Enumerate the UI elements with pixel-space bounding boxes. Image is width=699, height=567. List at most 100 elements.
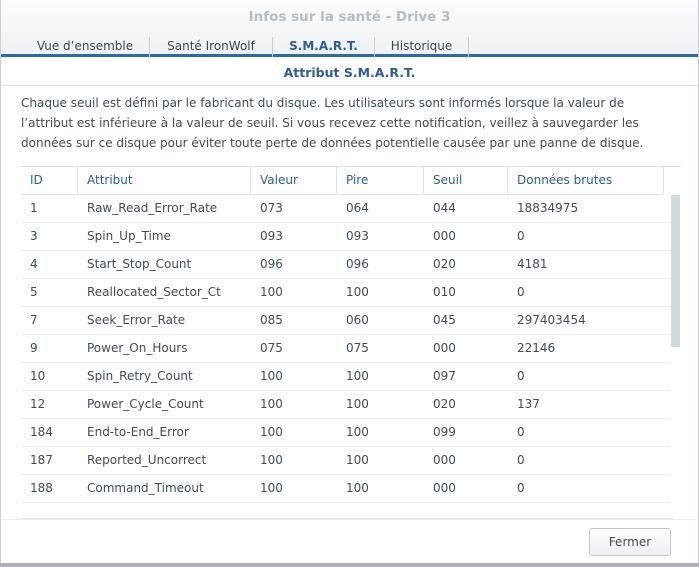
cell-worst: 100 [346, 369, 369, 383]
cell-id: 3 [30, 229, 38, 243]
smart-attributes-table: ID Attribut Valeur Pire Seuil Données br… [21, 166, 681, 519]
cell-raw-data: 22146 [517, 341, 556, 355]
cell-attribute: Spin_Retry_Count [87, 369, 193, 383]
table-row[interactable]: 9 Power_On_Hours 075 075 000 22146 [21, 335, 671, 363]
cell-id: 1 [30, 201, 38, 215]
description-text: Chaque seuil est défini par le fabricant… [21, 93, 673, 153]
tab-ironwolf-health[interactable]: Santé IronWolf [150, 37, 273, 57]
tab-bar: Vue d’ensemble Santé IronWolf S.M.A.R.T.… [1, 34, 698, 57]
cell-threshold: 000 [433, 229, 456, 243]
cell-worst: 100 [346, 397, 369, 411]
table-row[interactable]: 187 Reported_Uncorrect 100 100 000 0 [21, 447, 671, 475]
cell-id: 4 [30, 257, 38, 271]
cell-attribute: Seek_Error_Rate [87, 313, 186, 327]
cell-worst: 093 [346, 229, 369, 243]
cell-threshold: 020 [433, 257, 456, 271]
description-line: l’attribut est inférieure à la valeur de… [21, 116, 639, 130]
table-row[interactable]: 4 Start_Stop_Count 096 096 020 4181 [21, 251, 671, 279]
cell-worst: 100 [346, 481, 369, 495]
cell-id: 184 [30, 425, 53, 439]
table-row[interactable]: 184 End-to-End_Error 100 100 099 0 [21, 419, 671, 447]
window-bottom-edge [0, 563, 699, 567]
cell-attribute: Reported_Uncorrect [87, 453, 207, 467]
close-button[interactable]: Fermer [589, 528, 671, 556]
tab-overview[interactable]: Vue d’ensemble [21, 37, 150, 57]
cell-worst: 060 [346, 313, 369, 327]
cell-worst: 100 [346, 453, 369, 467]
cell-threshold: 099 [433, 425, 456, 439]
tab-history[interactable]: Historique [375, 37, 469, 57]
cell-threshold: 020 [433, 397, 456, 411]
cell-raw-data: 137 [517, 397, 540, 411]
cell-attribute: Power_Cycle_Count [87, 397, 204, 411]
cell-value: 096 [260, 257, 283, 271]
table-row[interactable]: 3 Spin_Up_Time 093 093 000 0 [21, 223, 671, 251]
cell-value: 100 [260, 481, 283, 495]
cell-raw-data: 4181 [517, 257, 548, 271]
cell-threshold: 044 [433, 201, 456, 215]
cell-worst: 064 [346, 201, 369, 215]
cell-raw-data: 0 [517, 425, 525, 439]
cell-threshold: 000 [433, 341, 456, 355]
cell-raw-data: 0 [517, 481, 525, 495]
cell-attribute: Reallocated_Sector_Ct [87, 285, 221, 299]
cell-threshold: 010 [433, 285, 456, 299]
health-info-window: Infos sur la santé - Drive 3 Vue d’ensem… [0, 0, 699, 567]
cell-id: 188 [30, 481, 53, 495]
description-line: Chaque seuil est défini par le fabricant… [21, 96, 625, 110]
cell-value: 100 [260, 453, 283, 467]
window-title: Infos sur la santé - Drive 3 [1, 0, 698, 34]
cell-value: 100 [260, 369, 283, 383]
cell-worst: 100 [346, 425, 369, 439]
cell-id: 187 [30, 453, 53, 467]
cell-attribute: Raw_Read_Error_Rate [87, 201, 218, 215]
cell-value: 075 [260, 341, 283, 355]
table-header: ID Attribut Valeur Pire Seuil Données br… [21, 167, 664, 195]
cell-threshold: 045 [433, 313, 456, 327]
table-row[interactable]: 5 Reallocated_Sector_Ct 100 100 010 0 [21, 279, 671, 307]
table-row[interactable]: 1 Raw_Read_Error_Rate 073 064 044 18834975 [21, 195, 671, 223]
cell-value: 100 [260, 425, 283, 439]
cell-worst: 096 [346, 257, 369, 271]
table-scrollbar[interactable] [671, 195, 680, 347]
cell-id: 5 [30, 285, 38, 299]
cell-value: 085 [260, 313, 283, 327]
description-line: données sur ce disque pour éviter toute … [21, 136, 644, 150]
cell-raw-data: 18834975 [517, 201, 579, 215]
cell-threshold: 000 [433, 453, 456, 467]
cell-attribute: Spin_Up_Time [87, 229, 171, 243]
cell-id: 10 [30, 369, 46, 383]
cell-attribute: End-to-End_Error [87, 425, 189, 439]
cell-attribute: Power_On_Hours [87, 341, 188, 355]
table-row[interactable]: 10 Spin_Retry_Count 100 100 097 0 [21, 363, 671, 391]
column-header-threshold[interactable]: Seuil [424, 167, 508, 194]
cell-threshold: 097 [433, 369, 456, 383]
cell-id: 7 [30, 313, 38, 327]
cell-id: 9 [30, 341, 38, 355]
cell-value: 100 [260, 397, 283, 411]
column-header-raw-data[interactable]: Données brutes [508, 167, 664, 194]
cell-worst: 100 [346, 285, 369, 299]
cell-raw-data: 0 [517, 369, 525, 383]
section-title: Attribut S.M.A.R.T. [1, 62, 698, 86]
cell-value: 100 [260, 285, 283, 299]
table-row[interactable]: 188 Command_Timeout 100 100 000 0 [21, 475, 671, 503]
column-header-worst[interactable]: Pire [337, 167, 424, 194]
cell-raw-data: 0 [517, 229, 525, 243]
table-body: 1 Raw_Read_Error_Rate 073 064 044 18834975 3 Sp… [21, 195, 681, 517]
table-row[interactable]: 12 Power_Cycle_Count 100 100 020 137 [21, 391, 671, 419]
cell-threshold: 000 [433, 481, 456, 495]
cell-attribute: Start_Stop_Count [87, 257, 192, 271]
cell-raw-data: 0 [517, 285, 525, 299]
tab-smart[interactable]: S.M.A.R.T. [273, 37, 375, 57]
column-header-attribute[interactable]: Attribut [78, 167, 251, 194]
cell-worst: 075 [346, 341, 369, 355]
footer-divider [1, 519, 698, 520]
column-header-value[interactable]: Valeur [251, 167, 337, 194]
cell-attribute: Command_Timeout [87, 481, 204, 495]
column-header-id[interactable]: ID [21, 167, 78, 194]
cell-id: 12 [30, 397, 46, 411]
cell-raw-data: 0 [517, 453, 525, 467]
table-row[interactable]: 7 Seek_Error_Rate 085 060 045 297403454 [21, 307, 671, 335]
cell-raw-data: 297403454 [517, 313, 586, 327]
